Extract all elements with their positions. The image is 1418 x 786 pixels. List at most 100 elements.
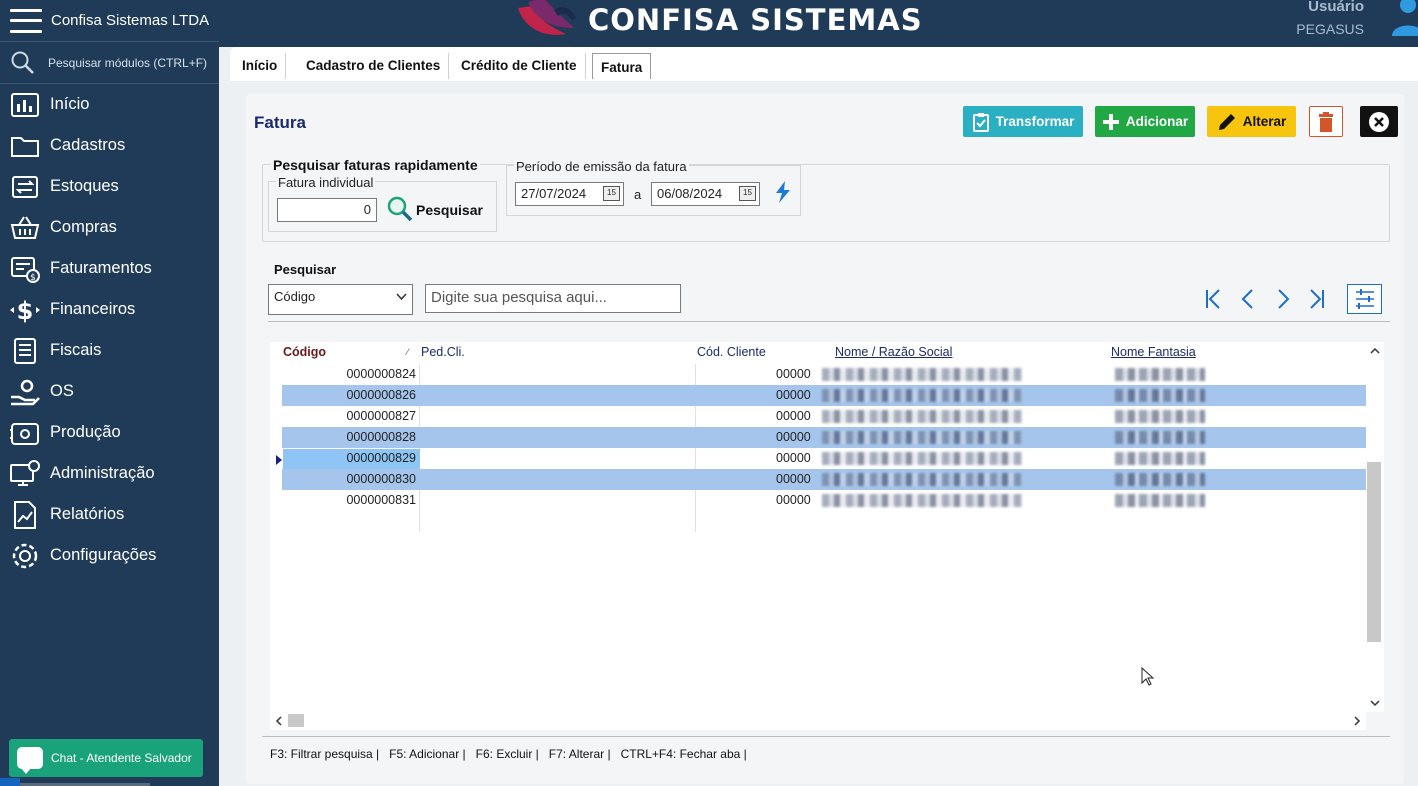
- user-name: PEGASUS: [1296, 21, 1364, 37]
- tab-cadastro-de-clientes[interactable]: Cadastro de Clientes: [298, 53, 450, 79]
- calendar-icon[interactable]: 15: [603, 186, 620, 201]
- transformar-button[interactable]: Transformar: [963, 106, 1083, 137]
- cell-codigo: 0000000831: [346, 493, 416, 507]
- table-row[interactable]: 0000000824 00000: [282, 364, 1366, 385]
- quick-search-legend: Pesquisar faturas rapidamente: [271, 157, 480, 173]
- sidebar-item-administracao[interactable]: Administração: [0, 453, 219, 494]
- invoice-icon: $: [8, 252, 42, 286]
- fechar-button[interactable]: [1360, 106, 1398, 137]
- divider: [268, 321, 1390, 322]
- date-to-value: 06/08/2024: [657, 186, 723, 201]
- chart-icon: [8, 88, 42, 122]
- sidebar-item-producao[interactable]: Produção: [0, 412, 219, 453]
- redacted-fantasia: [1115, 473, 1205, 486]
- sidebar-item-configuracoes[interactable]: Configurações: [0, 535, 219, 576]
- search-placeholder: Digite sua pesquisa aqui...: [431, 289, 607, 306]
- fatura-grid: Código ⁄ Ped.Cli. Cód. Cliente Nome / Ra…: [270, 342, 1384, 712]
- date-to-input[interactable]: 06/08/2024 15: [651, 182, 760, 206]
- module-search[interactable]: Pesquisar módulos (CTRL+F): [0, 42, 219, 84]
- sidebar-item-fiscais[interactable]: Fiscais: [0, 330, 219, 371]
- user-avatar-icon[interactable]: [1388, 0, 1418, 38]
- report-icon: [8, 498, 42, 532]
- footer-divider: [262, 736, 1390, 737]
- sidebar-item-compras[interactable]: Compras: [0, 207, 219, 248]
- scroll-down-icon[interactable]: [1366, 696, 1384, 710]
- chevron-down-icon: [396, 293, 407, 301]
- chat-button[interactable]: Chat - Atendente Salvador: [9, 739, 203, 777]
- col-header-nome-fantasia[interactable]: Nome Fantasia: [1111, 345, 1196, 359]
- table-row[interactable]: 0000000826 00000: [282, 385, 1366, 406]
- folder-icon: [8, 129, 42, 163]
- tab-bar: Início Cadastro de Clientes Crédito de C…: [230, 47, 1418, 81]
- fatura-individual-legend: Fatura individual: [276, 175, 376, 190]
- vertical-scroll-thumb[interactable]: [1367, 462, 1381, 642]
- redacted-fantasia: [1115, 452, 1205, 465]
- table-row[interactable]: 0000000830 00000: [282, 469, 1366, 490]
- next-page-icon[interactable]: [1272, 287, 1294, 311]
- fatura-individual-input[interactable]: 0: [277, 198, 377, 222]
- alterar-button[interactable]: Alterar: [1207, 106, 1296, 137]
- sidebar-item-faturamentos[interactable]: $ Faturamentos: [0, 248, 219, 289]
- search-icon: [11, 51, 34, 74]
- calendar-icon[interactable]: 15: [739, 186, 756, 201]
- sidebar-item-cadastros[interactable]: Cadastros: [0, 125, 219, 166]
- sidebar-item-financeiros[interactable]: $ Financeiros: [0, 289, 219, 330]
- columns-settings-button[interactable]: [1347, 284, 1382, 314]
- monitor-gear-icon: [8, 457, 42, 491]
- sidebar-item-label: Relatórios: [50, 505, 125, 523]
- tab-inicio[interactable]: Início: [234, 53, 287, 79]
- table-row[interactable]: 0000000829 00000: [282, 448, 1366, 469]
- horizontal-scrollbar[interactable]: [270, 712, 1366, 730]
- date-from-value: 27/07/2024: [521, 186, 587, 201]
- quick-search-group: Pesquisar faturas rapidamente Fatura ind…: [262, 157, 1390, 242]
- search-icon[interactable]: [387, 196, 413, 222]
- adicionar-button[interactable]: Adicionar: [1095, 106, 1195, 137]
- sidebar-item-estoques[interactable]: Estoques: [0, 166, 219, 207]
- brand-name: CONFISA SISTEMAS: [588, 3, 923, 37]
- sidebar-item-os[interactable]: OS: [0, 371, 219, 412]
- pesquisar-button[interactable]: Pesquisar: [416, 202, 483, 218]
- scroll-right-icon[interactable]: [1350, 712, 1364, 730]
- sidebar-header: Confisa Sistemas LTDA: [0, 0, 219, 42]
- search-field-select[interactable]: Código: [268, 284, 413, 315]
- periodo-group: Período de emissão da fatura 27/07/2024 …: [506, 159, 801, 216]
- sidebar-item-label: Faturamentos: [50, 259, 152, 277]
- sidebar-item-relatorios[interactable]: Relatórios: [0, 494, 219, 535]
- menu-icon[interactable]: [10, 8, 42, 33]
- sort-icon: ⁄: [407, 347, 409, 357]
- dollar-icon: $: [8, 293, 42, 327]
- list-icon: [8, 334, 42, 368]
- row-indicator-icon: [276, 455, 282, 465]
- col-header-codigo[interactable]: Código: [283, 345, 326, 359]
- table-row[interactable]: 0000000831 00000: [282, 490, 1366, 511]
- scroll-left-icon[interactable]: [272, 712, 286, 730]
- date-from-input[interactable]: 27/07/2024 15: [515, 182, 624, 206]
- lightning-icon[interactable]: [774, 181, 792, 203]
- sidebar-item-label: Fiscais: [50, 341, 102, 359]
- periodo-legend: Período de emissão da fatura: [514, 159, 689, 174]
- previous-page-icon[interactable]: [1237, 287, 1259, 311]
- first-page-icon[interactable]: [1202, 287, 1224, 311]
- col-header-ped-cli[interactable]: Ped.Cli.: [421, 345, 465, 359]
- horizontal-scroll-thumb[interactable]: [288, 714, 304, 727]
- svg-text:$: $: [30, 273, 36, 283]
- excluir-button[interactable]: [1309, 106, 1343, 137]
- last-page-icon[interactable]: [1306, 287, 1328, 311]
- sidebar-item-inicio[interactable]: Início: [0, 84, 219, 125]
- search-input[interactable]: Digite sua pesquisa aqui...: [425, 284, 681, 313]
- scroll-up-icon[interactable]: [1366, 344, 1384, 358]
- cell-codigo: 0000000830: [346, 472, 416, 486]
- hand-gear-icon: [8, 375, 42, 409]
- table-row[interactable]: 0000000828 00000: [282, 427, 1366, 448]
- col-header-nome-razao[interactable]: Nome / Razão Social: [835, 345, 952, 359]
- table-row[interactable]: 0000000827 00000: [282, 406, 1366, 427]
- tab-fatura[interactable]: Fatura: [592, 53, 652, 79]
- factory-icon: [8, 416, 42, 450]
- redacted-name: [822, 431, 1022, 444]
- cell-codigo: 0000000827: [346, 409, 416, 423]
- cell-codigo: 0000000829: [346, 451, 416, 465]
- redacted-fantasia: [1115, 389, 1205, 402]
- col-header-cod-cliente[interactable]: Cód. Cliente: [697, 345, 766, 359]
- tab-credito-de-cliente[interactable]: Crédito de Cliente: [453, 53, 586, 79]
- sidebar-item-label: Financeiros: [50, 300, 136, 318]
